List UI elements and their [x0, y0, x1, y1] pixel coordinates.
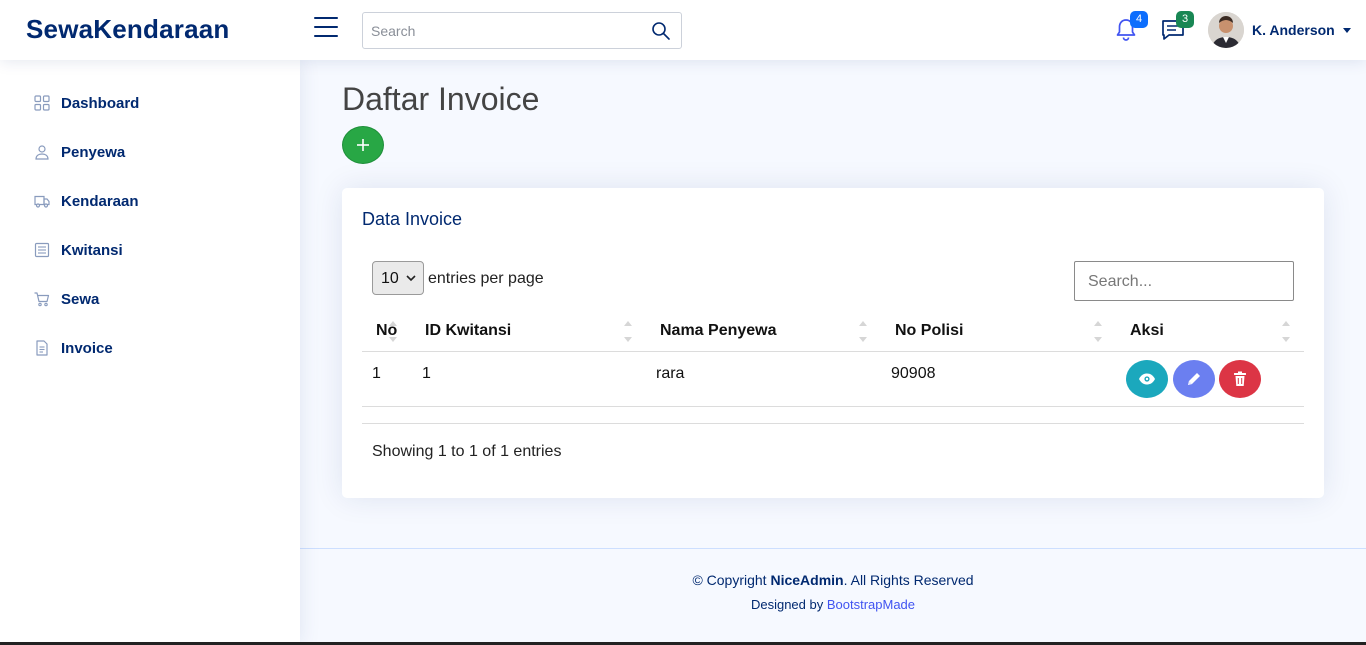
chevron-down-icon: [1343, 28, 1351, 33]
app-logo[interactable]: SewaKendaraan: [26, 14, 229, 45]
entries-per-page-select[interactable]: 10: [372, 261, 424, 295]
table-footer-divider: [362, 423, 1304, 424]
sort-icon: [388, 319, 398, 343]
table-search-box: [1074, 261, 1294, 301]
copyright-prefix: © Copyright: [692, 572, 771, 588]
cell-nama-penyewa: rara: [656, 365, 685, 382]
eye-icon: [1139, 373, 1155, 385]
column-header-no-polisi[interactable]: No Polisi: [895, 322, 963, 340]
sidebar-item-label: Dashboard: [61, 95, 140, 112]
sidebar-toggle-button[interactable]: [314, 17, 338, 39]
sidebar-item-label: Penyewa: [61, 144, 126, 161]
credits-text: Designed by BootstrapMade: [300, 597, 1366, 612]
add-invoice-button[interactable]: [342, 126, 384, 164]
pencil-icon: [1188, 373, 1200, 385]
copyright-suffix: . All Rights Reserved: [843, 572, 974, 588]
messages-button[interactable]: 3: [1160, 11, 1194, 43]
cell-id-kwitansi: 1: [422, 365, 431, 382]
invoice-card: Data Invoice 10 entries per page No ID K…: [342, 188, 1324, 498]
trash-icon: [1234, 371, 1246, 386]
footer-divider: [300, 548, 1366, 549]
search-icon[interactable]: [651, 21, 671, 41]
table-row-divider: [362, 406, 1304, 407]
cart-icon: [34, 292, 50, 307]
notifications-button[interactable]: 4: [1114, 11, 1148, 43]
grid-icon: [34, 95, 50, 111]
table-header-divider: [362, 351, 1304, 352]
sidebar-item-invoice[interactable]: Invoice: [20, 328, 280, 368]
sidebar-item-label: Invoice: [61, 340, 113, 357]
sort-icon: [858, 319, 868, 343]
card-title: Data Invoice: [362, 209, 463, 229]
sort-icon: [623, 319, 633, 343]
messages-badge: 3: [1176, 11, 1194, 28]
file-icon: [36, 340, 48, 356]
sidebar-item-penyewa[interactable]: Penyewa: [20, 132, 280, 172]
copyright-brand: NiceAdmin: [770, 572, 844, 588]
header-search-bar: [362, 12, 682, 49]
column-header-id-kwitansi[interactable]: ID Kwitansi: [425, 322, 511, 340]
profile-name: K. Anderson: [1252, 22, 1335, 38]
sidebar-item-sewa[interactable]: Sewa: [20, 279, 280, 319]
hamburger-line: [314, 26, 338, 28]
sort-icon: [1281, 319, 1291, 343]
designed-by-label: Designed by: [750, 597, 827, 612]
header-search-input[interactable]: [371, 21, 631, 41]
column-header-nama-penyewa[interactable]: Nama Penyewa: [660, 322, 777, 340]
designer-link[interactable]: BootstrapMade: [827, 597, 915, 612]
hamburger-line: [314, 17, 338, 19]
edit-button[interactable]: [1173, 360, 1215, 398]
sidebar-item-kwitansi[interactable]: Kwitansi: [20, 230, 280, 270]
cell-no-polisi: 90908: [891, 365, 936, 382]
hamburger-line: [314, 35, 338, 37]
chevron-down-icon: [406, 275, 416, 282]
sidebar: Dashboard Penyewa Kendaraan Kwitansi Sew…: [0, 60, 300, 645]
sidebar-item-label: Sewa: [61, 291, 100, 308]
sidebar-item-kendaraan[interactable]: Kendaraan: [20, 181, 280, 221]
entries-label: entries per page: [428, 270, 544, 287]
sidebar-item-label: Kendaraan: [61, 193, 139, 210]
receipt-icon: [34, 242, 50, 258]
truck-icon: [34, 195, 50, 208]
cell-no: 1: [372, 365, 381, 382]
entries-value: 10: [381, 270, 399, 287]
column-header-aksi[interactable]: Aksi: [1130, 322, 1164, 340]
view-button[interactable]: [1126, 360, 1168, 398]
sidebar-item-dashboard[interactable]: Dashboard: [20, 83, 280, 123]
plus-icon: [357, 139, 369, 151]
notifications-badge: 4: [1130, 11, 1148, 28]
sort-icon: [1093, 319, 1103, 343]
top-header: SewaKendaraan 4 3 K. Anderson: [0, 0, 1366, 60]
sidebar-item-label: Kwitansi: [61, 242, 123, 259]
delete-button[interactable]: [1219, 360, 1261, 398]
person-icon: [35, 145, 49, 160]
showing-entries-text: Showing 1 to 1 of 1 entries: [372, 443, 562, 460]
avatar: [1208, 12, 1244, 48]
table-search-input[interactable]: [1088, 272, 1283, 292]
copyright-text: © Copyright NiceAdmin. All Rights Reserv…: [300, 572, 1366, 588]
page-title: Daftar Invoice: [342, 81, 540, 117]
